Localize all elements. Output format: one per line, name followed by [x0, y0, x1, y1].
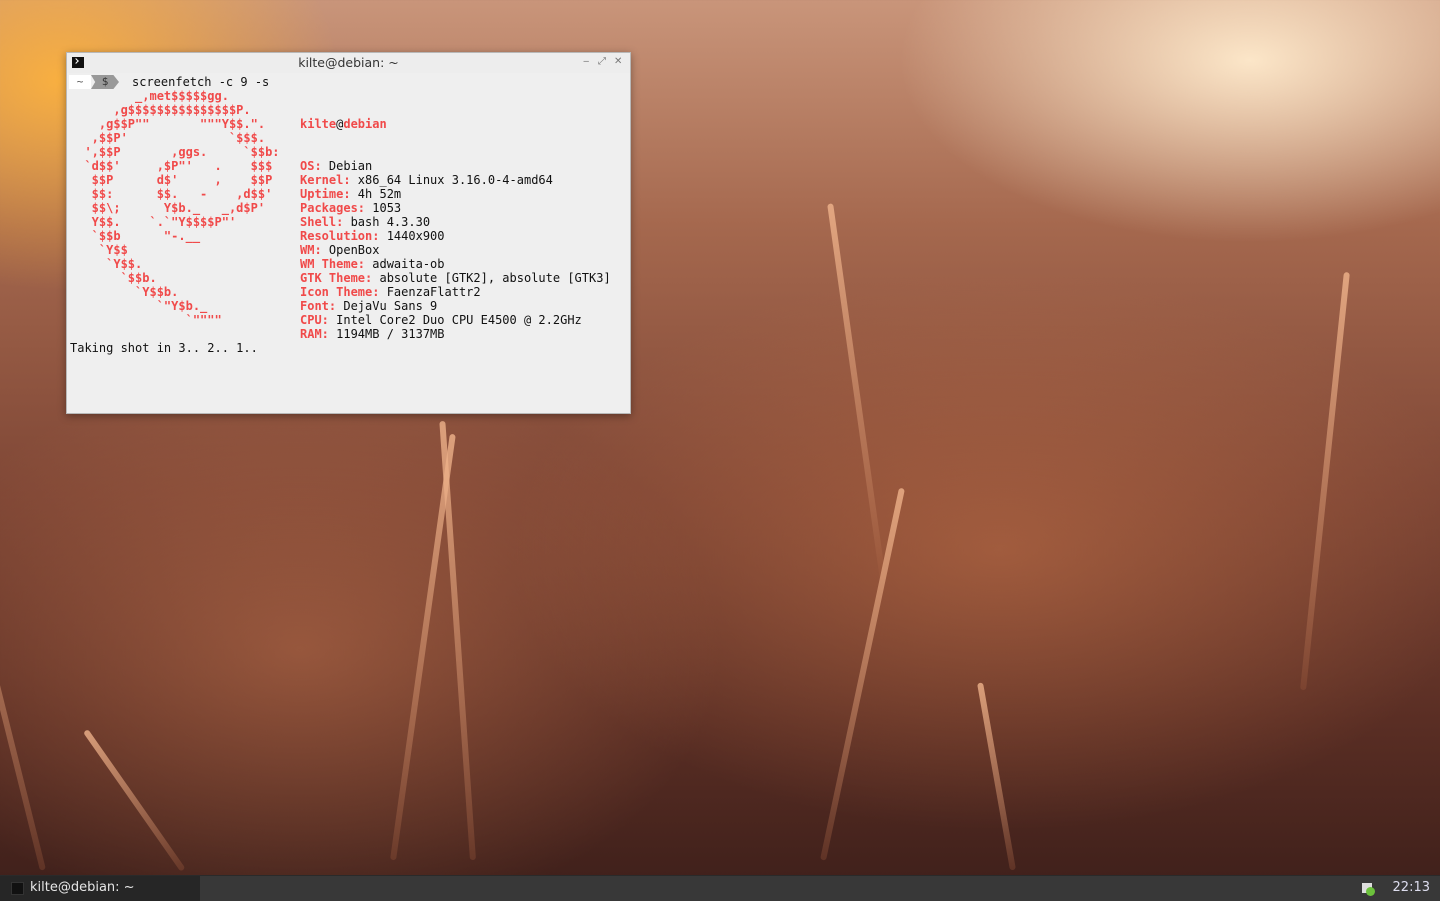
terminal-icon: [11, 882, 24, 895]
info-value: Intel Core2 Duo CPU E4500 @ 2.2GHz: [328, 313, 582, 327]
clock[interactable]: 22:13: [1393, 880, 1430, 895]
wheat-stalk: [977, 682, 1016, 871]
ascii-art-line: ,$$P' `$$$.: [70, 131, 266, 145]
info-value: FaenzaFlattr2: [379, 285, 481, 299]
wheat-stalk: [390, 433, 456, 861]
ascii-art-line: $$: $$. - ,d$$': [70, 187, 273, 201]
ascii-art-line: `d$$' ,$P"' . $$$: [70, 159, 273, 173]
info-value: absolute [GTK2], absolute [GTK3]: [372, 271, 611, 285]
info-label: WM Theme:: [300, 257, 366, 271]
ascii-art-line: _,met$$$$$gg.: [70, 89, 229, 103]
prompt-directory: ~: [69, 75, 91, 89]
terminal-window[interactable]: kilte@debian: ~ ‒ ⤢ ✕ ~ $ screenfetch -c…: [66, 52, 631, 414]
info-row: OS: Debian: [300, 159, 611, 173]
info-row: Kernel: x86_64 Linux 3.16.0-4-amd64: [300, 173, 611, 187]
info-value: 1194MB / 3137MB: [328, 327, 445, 341]
close-button[interactable]: ✕: [614, 56, 622, 67]
ascii-art-line: `"Y$b._: [70, 299, 208, 313]
info-value: 1440x900: [379, 229, 445, 243]
info-row: Packages: 1053: [300, 201, 611, 215]
ascii-art-line: `"""": [70, 313, 222, 327]
info-value: DejaVu Sans 9: [336, 299, 438, 313]
ascii-art-line: $$\; Y$b._ _,d$P': [70, 201, 266, 215]
info-label: Icon Theme:: [300, 285, 380, 299]
info-label: Packages:: [300, 201, 366, 215]
window-titlebar[interactable]: kilte@debian: ~ ‒ ⤢ ✕: [67, 53, 630, 73]
window-title: kilte@debian: ~: [298, 55, 399, 70]
terminal-output[interactable]: ~ $ screenfetch -c 9 -s _,met$$$$$gg. ,g…: [69, 74, 630, 413]
info-row: WM Theme: adwaita-ob: [300, 257, 611, 271]
info-label: WM:: [300, 243, 322, 257]
info-row: Icon Theme: FaenzaFlattr2: [300, 285, 611, 299]
status-line: Taking shot in 3.. 2.. 1..: [70, 341, 258, 355]
info-value: 4h 52m: [350, 187, 402, 201]
info-label: GTK Theme:: [300, 271, 373, 285]
info-row: Uptime: 4h 52m: [300, 187, 611, 201]
info-value: x86_64 Linux 3.16.0-4-amd64: [350, 173, 553, 187]
user-host: kilte@debian: [300, 117, 611, 131]
info-label: Font:: [300, 299, 337, 313]
info-label: CPU:: [300, 313, 329, 327]
network-tray-icon[interactable]: [1362, 883, 1375, 896]
ascii-art-line: ,g$$$$$$$$$$$$$$$P.: [70, 103, 251, 117]
maximize-button[interactable]: ⤢: [598, 56, 606, 67]
ascii-art-line: `Y$$b.: [70, 285, 179, 299]
info-row: WM: OpenBox: [300, 243, 611, 257]
ascii-art-line: `$$b.: [70, 271, 157, 285]
minimize-button[interactable]: ‒: [583, 56, 589, 67]
taskbar-item-terminal[interactable]: kilte@debian: ~: [0, 876, 200, 901]
prompt-symbol: $: [91, 75, 119, 89]
info-label: Uptime:: [300, 187, 351, 201]
wheat-stalk: [827, 203, 886, 581]
ascii-art-line: ',$$P ,ggs. `$$b:: [70, 145, 280, 159]
user-name: kilte: [300, 117, 337, 131]
wheat-stalk: [83, 729, 186, 872]
info-value: adwaita-ob: [365, 257, 445, 271]
ascii-art-line: $$P d$' , $$P: [70, 173, 273, 187]
ascii-art-line: Y$$. `.`"Y$$$$P"': [70, 215, 237, 229]
wheat-stalk: [0, 432, 46, 871]
info-label: Shell:: [300, 215, 344, 229]
wheat-stalk: [820, 487, 905, 861]
info-label: RAM:: [300, 327, 329, 341]
taskbar: kilte@debian: ~ 22:13: [0, 875, 1440, 901]
info-label: OS:: [300, 159, 322, 173]
info-row: Font: DejaVu Sans 9: [300, 299, 611, 313]
wheat-stalk: [1300, 271, 1350, 691]
ascii-art-line: `Y$$: [70, 243, 128, 257]
info-label: Resolution:: [300, 229, 380, 243]
shell-prompt: ~ $: [69, 75, 119, 89]
debian-ascii-logo: _,met$$$$$gg. ,g$$$$$$$$$$$$$$$P. ,g$$P"…: [70, 89, 280, 327]
ascii-art-line: ,g$$P"" """Y$$.".: [70, 117, 266, 131]
info-row: Shell: bash 4.3.30: [300, 215, 611, 229]
info-row: GTK Theme: absolute [GTK2], absolute [GT…: [300, 271, 611, 285]
info-row: CPU: Intel Core2 Duo CPU E4500 @ 2.2GHz: [300, 313, 611, 327]
info-value: 1053: [365, 201, 402, 215]
ascii-art-line: `Y$$.: [70, 257, 143, 271]
system-info: kilte@debian OS: Debian Kernel: x86_64 Li…: [300, 89, 611, 341]
info-value: bash 4.3.30: [343, 215, 431, 229]
taskbar-item-label: kilte@debian: ~: [30, 880, 135, 895]
ascii-art-line: `$$b "-.__: [70, 229, 201, 243]
info-label: Kernel:: [300, 173, 351, 187]
info-value: Debian: [321, 159, 373, 173]
info-row: Resolution: 1440x900: [300, 229, 611, 243]
info-row: RAM: 1194MB / 3137MB: [300, 327, 611, 341]
host-name: debian: [343, 117, 387, 131]
info-value: OpenBox: [321, 243, 380, 257]
command-text: screenfetch -c 9 -s: [132, 75, 270, 89]
